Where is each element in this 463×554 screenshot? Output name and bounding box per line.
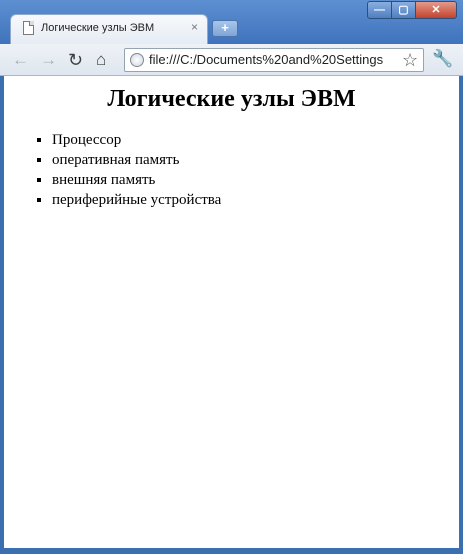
- address-bar[interactable]: file:///C:/Documents%20and%20Settings ☆: [124, 48, 424, 72]
- tab-title: Логические узлы ЭВМ: [41, 22, 155, 34]
- close-window-button[interactable]: ✕: [415, 1, 457, 19]
- page-content: Логические узлы ЭВМ Процессор оперативна…: [4, 76, 459, 548]
- forward-arrow-icon[interactable]: →: [40, 50, 57, 70]
- list-item: периферийные устройства: [52, 190, 221, 210]
- navigation-toolbar: ← → ↻ ⌂ file:///C:/Documents%20and%20Set…: [0, 44, 463, 76]
- back-arrow-icon[interactable]: ←: [12, 50, 29, 70]
- wrench-icon[interactable]: 🔧: [432, 49, 453, 69]
- page-icon: [23, 21, 34, 35]
- list-item: внешняя память: [52, 170, 221, 190]
- tab-active[interactable]: Логические узлы ЭВМ ×: [10, 14, 208, 44]
- new-tab-button[interactable]: +: [212, 20, 238, 37]
- title-bar: Логические узлы ЭВМ × + — ▢ ✕: [0, 0, 463, 44]
- item-list: Процессор оперативная память внешняя пам…: [4, 130, 221, 210]
- maximize-button[interactable]: ▢: [391, 1, 416, 19]
- list-item: оперативная память: [52, 150, 221, 170]
- browser-window: Логические узлы ЭВМ × + — ▢ ✕ ← → ↻ ⌂ fi…: [0, 0, 463, 554]
- minimize-button[interactable]: —: [367, 1, 392, 19]
- tab-close-icon[interactable]: ×: [191, 20, 198, 34]
- list-item: Процессор: [52, 130, 221, 150]
- globe-icon: [130, 53, 144, 67]
- reload-icon[interactable]: ↻: [68, 50, 83, 70]
- page-heading: Логические узлы ЭВМ: [107, 86, 356, 112]
- home-icon[interactable]: ⌂: [96, 50, 106, 70]
- window-bottom-border: [0, 548, 463, 554]
- url-text[interactable]: file:///C:/Documents%20and%20Settings: [149, 52, 383, 67]
- bookmark-star-icon[interactable]: ☆: [401, 50, 419, 71]
